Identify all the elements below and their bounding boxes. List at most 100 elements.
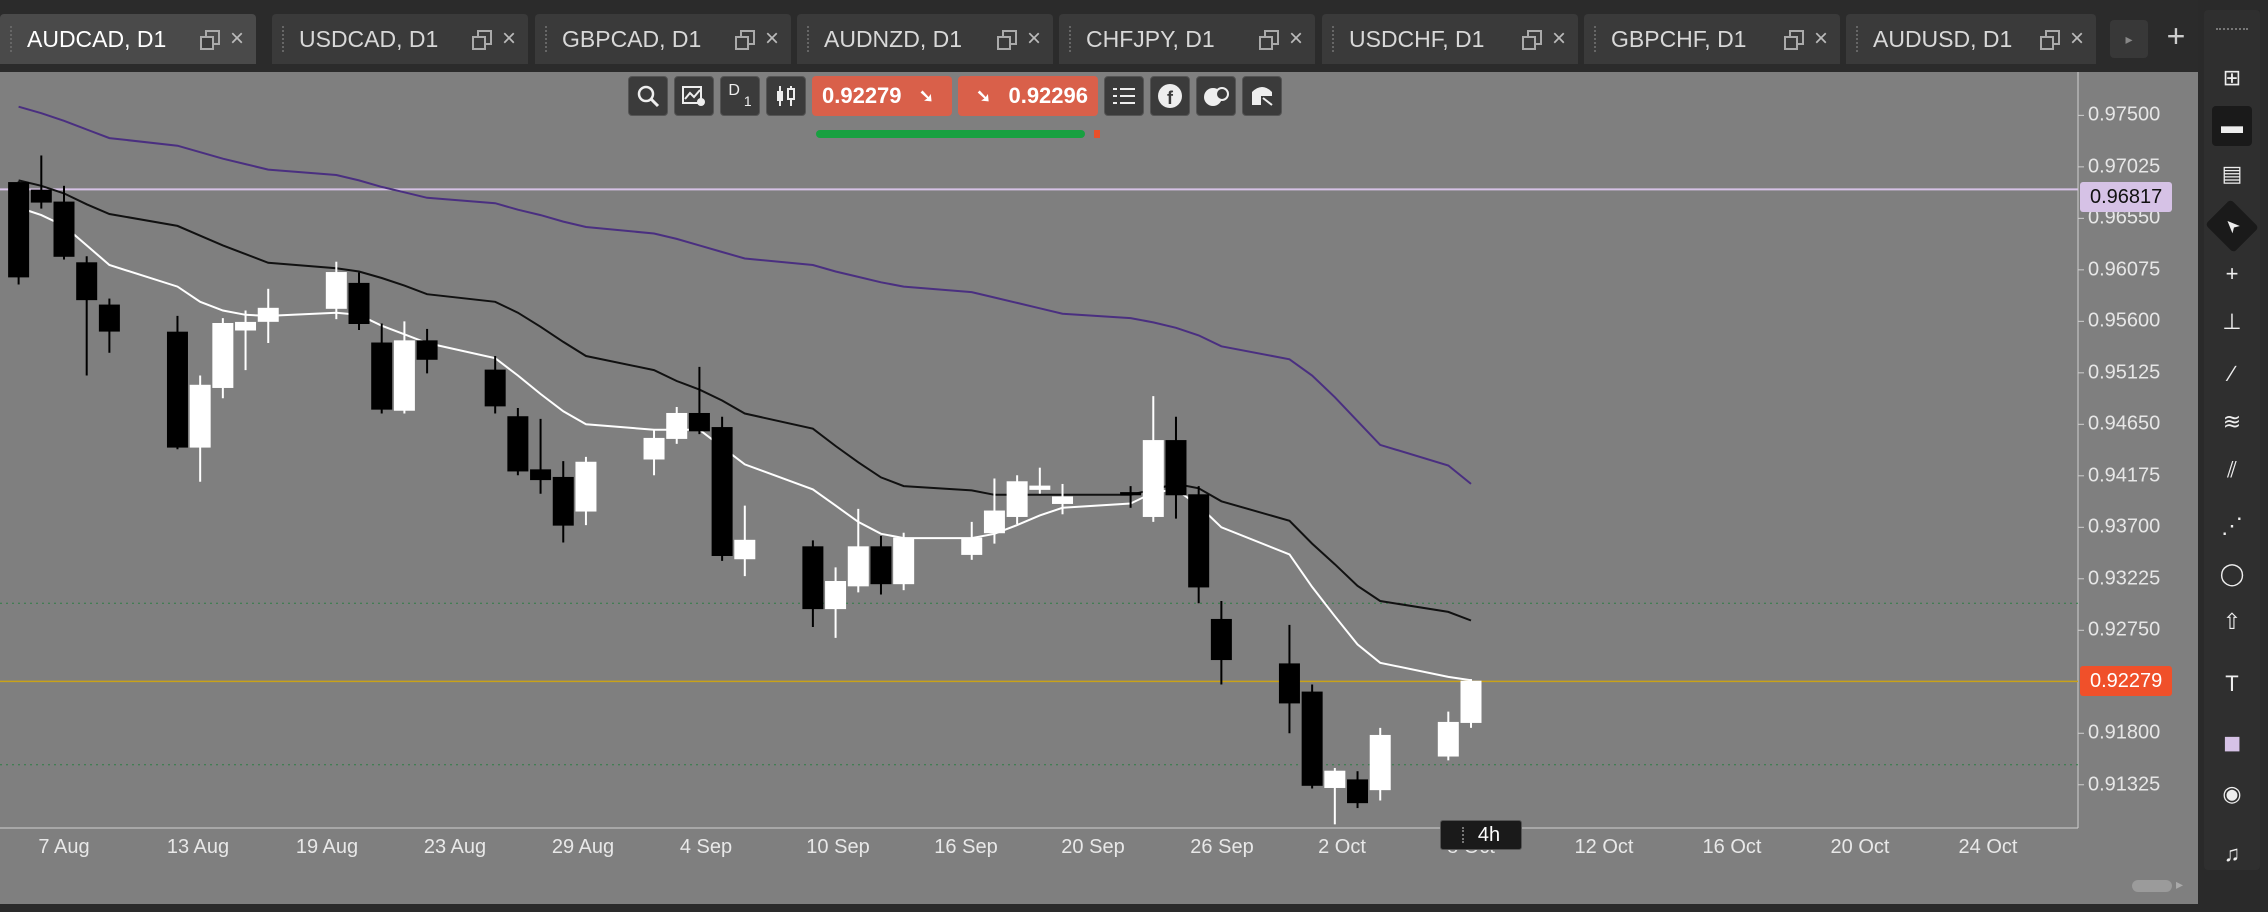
close-icon[interactable]: × <box>1289 27 1303 51</box>
price-chart[interactable] <box>0 72 2198 904</box>
cursor-icon[interactable]: ➤ <box>2205 199 2259 253</box>
buy-price: 0.92296 <box>1008 83 1088 108</box>
tab-scroll-right-icon[interactable]: ▸ <box>2110 20 2148 58</box>
buy-button[interactable]: ➘ 0.92296 <box>958 76 1098 116</box>
candle-body <box>416 340 438 360</box>
candle-body <box>711 427 733 556</box>
candle-body <box>870 546 892 585</box>
tab-drag-handle-icon[interactable] <box>1069 26 1074 52</box>
candle-body <box>76 262 98 301</box>
candle-body <box>1437 721 1459 757</box>
measure-icon[interactable]: ⊥ <box>2212 302 2252 342</box>
chart-settings-icon[interactable] <box>674 76 714 116</box>
date-axis-label: 7 Aug <box>38 836 90 858</box>
order-list-icon[interactable] <box>1104 76 1144 116</box>
candle-body <box>802 546 824 610</box>
tab-label: USDCAD, D1 <box>299 25 439 52</box>
sidebar-drag-handle-icon[interactable] <box>2216 28 2248 34</box>
add-tab-button[interactable]: + <box>2158 16 2194 56</box>
template-icon[interactable] <box>1242 76 1282 116</box>
chart-scrollbar[interactable] <box>2132 880 2172 892</box>
chart-area[interactable]: D 1 0.92279 ➘ ➘ 0.92296 f 0.97500 0.97025… <box>0 72 2198 904</box>
candle-body <box>1460 680 1482 723</box>
tab-drag-handle-icon[interactable] <box>1332 26 1337 52</box>
chart-tab[interactable]: CHFJPY, D1 × <box>1059 14 1315 64</box>
crosshair-icon[interactable]: + <box>2212 254 2252 294</box>
split-window-icon[interactable]: ▤ <box>2212 154 2252 194</box>
close-icon[interactable]: × <box>1027 27 1041 51</box>
tab-drag-handle-icon[interactable] <box>1594 26 1599 52</box>
horizontal-line-price-badge[interactable]: 0.96817 <box>2080 182 2173 212</box>
date-axis-label: 2 Oct <box>1318 836 1366 858</box>
trendline-icon[interactable]: ∕ <box>2212 354 2252 394</box>
popout-icon[interactable] <box>471 30 492 50</box>
popout-icon[interactable] <box>1258 30 1279 50</box>
pitchfork-icon[interactable]: ⫽ <box>2212 450 2252 490</box>
date-axis-label: 12 Oct <box>1574 836 1634 858</box>
close-icon[interactable]: × <box>1814 27 1828 51</box>
facebook-icon[interactable]: f <box>1150 76 1190 116</box>
snapshot-icon[interactable] <box>1196 76 1236 116</box>
candle-body <box>257 307 279 322</box>
color-swatch-icon[interactable]: ■ <box>2212 724 2252 764</box>
popout-icon[interactable] <box>2039 30 2060 50</box>
camera-icon[interactable]: ◉ <box>2212 774 2252 814</box>
tab-bar: AUDCAD, D1 × USDCAD, D1 × GBPCAD, D1 × AUDNZD,… <box>0 0 2198 72</box>
close-icon[interactable]: × <box>230 27 244 51</box>
close-icon[interactable]: × <box>765 27 779 51</box>
sell-button[interactable]: 0.92279 ➘ <box>812 76 952 116</box>
layout-grid-icon[interactable]: ⊞ <box>2212 58 2252 98</box>
text-icon[interactable]: T <box>2212 664 2252 704</box>
ellipse-icon[interactable]: ◯ <box>2212 554 2252 594</box>
candle-body <box>530 469 552 481</box>
gann-icon[interactable]: ⋰ <box>2212 506 2252 546</box>
popout-icon[interactable] <box>1783 30 1804 50</box>
fibonacci-icon[interactable]: ≋ <box>2212 402 2252 442</box>
chart-tab[interactable]: AUDNZD, D1 × <box>797 14 1053 64</box>
candle-body <box>1120 492 1142 496</box>
close-icon[interactable]: × <box>2070 27 2084 51</box>
close-icon[interactable]: × <box>502 27 516 51</box>
popout-icon[interactable] <box>734 30 755 50</box>
date-axis-label: 29 Aug <box>551 836 615 858</box>
chart-tab[interactable]: USDCHF, D1 × <box>1322 14 1578 64</box>
candle-body <box>643 437 665 460</box>
tab-drag-handle-icon[interactable] <box>282 26 287 52</box>
tab-drag-handle-icon[interactable] <box>807 26 812 52</box>
arrow-up-icon[interactable]: ⇧ <box>2212 602 2252 642</box>
price-axis-label: 0.96075 <box>2088 258 2161 281</box>
close-icon[interactable]: × <box>1552 27 1566 51</box>
popout-icon[interactable] <box>199 30 220 50</box>
chart-tab[interactable]: USDCAD, D1 × <box>272 14 528 64</box>
tab-label: GBPCHF, D1 <box>1611 25 1747 52</box>
tab-label: AUDNZD, D1 <box>824 25 963 52</box>
timeframe-tooltip[interactable]: 4h <box>1440 820 1522 850</box>
tab-drag-handle-icon[interactable] <box>545 26 550 52</box>
price-axis-label: 0.92750 <box>2088 618 2161 641</box>
tab-drag-handle-icon[interactable] <box>1856 26 1861 52</box>
tab-drag-handle-icon[interactable] <box>10 26 15 52</box>
candle-body <box>30 189 52 203</box>
chart-tab[interactable]: AUDUSD, D1 × <box>1846 14 2096 64</box>
candle-body <box>1006 481 1028 517</box>
chart-tab[interactable]: GBPCAD, D1 × <box>535 14 791 64</box>
chart-tab[interactable]: AUDCAD, D1 × <box>0 14 256 64</box>
scroll-right-icon[interactable]: ▸ <box>2176 876 2183 893</box>
chart-tab[interactable]: GBPCHF, D1 × <box>1584 14 1840 64</box>
timeframe-button[interactable]: D 1 <box>720 76 760 116</box>
candle-body <box>1052 496 1074 504</box>
tab-label: GBPCAD, D1 <box>562 25 702 52</box>
single-window-icon[interactable]: ▬ <box>2212 106 2252 146</box>
alarm-icon[interactable]: ♫ <box>2212 834 2252 874</box>
chart-type-candles-icon[interactable] <box>766 76 806 116</box>
sell-price: 0.92279 <box>822 83 902 108</box>
zoom-icon[interactable] <box>628 76 668 116</box>
date-axis-label: 20 Oct <box>1830 836 1890 858</box>
popout-icon[interactable] <box>996 30 1017 50</box>
drag-handle-icon[interactable] <box>1461 827 1468 843</box>
popout-icon[interactable] <box>1521 30 1542 50</box>
date-axis-label: 24 Oct <box>1958 836 2018 858</box>
candle-body <box>1324 770 1346 788</box>
date-axis-label: 16 Oct <box>1702 836 1762 858</box>
date-axis-label: 4 Sep <box>679 836 733 858</box>
